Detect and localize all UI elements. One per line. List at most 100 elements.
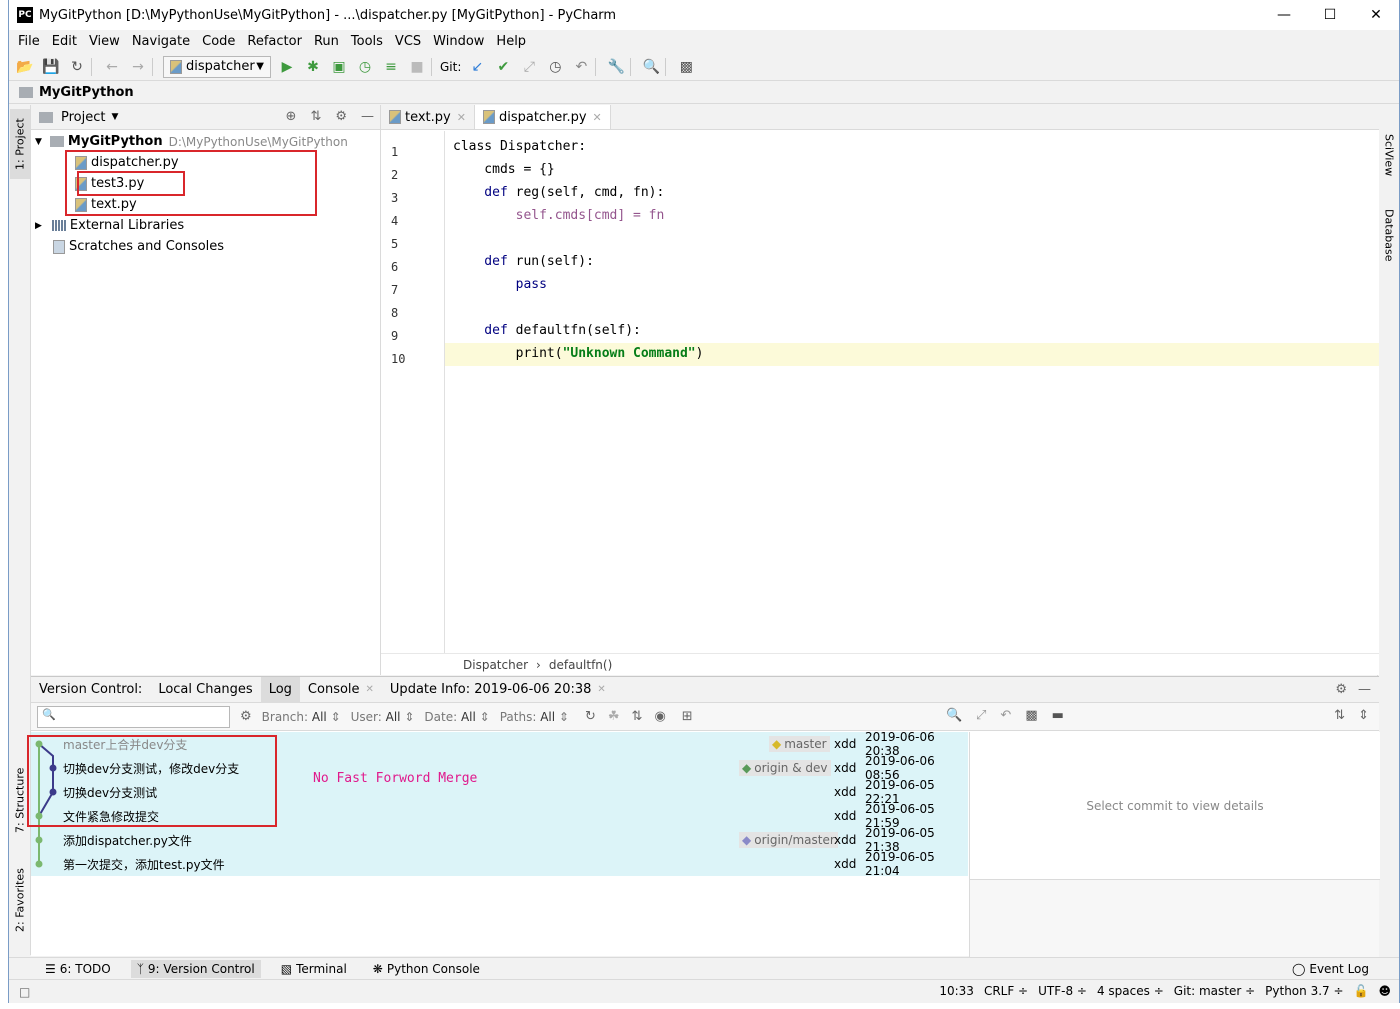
minimize-button[interactable]: — — [1261, 0, 1307, 30]
locate-icon[interactable]: ⊕ — [286, 109, 297, 124]
tab-update-info[interactable]: Update Info: 2019-06-06 20:38 ✕ — [382, 677, 614, 703]
tab-console[interactable]: Console ✕ — [300, 677, 382, 703]
commit-row[interactable]: 第一次提交，添加test.py文件 xdd 2019-06-05 21:04 — [31, 850, 968, 878]
revert-icon[interactable]: ↶ — [1000, 708, 1011, 723]
concurrency-icon[interactable]: ≡ — [381, 57, 401, 77]
inspector-icon[interactable]: ☻ — [1378, 984, 1391, 998]
eye-icon[interactable]: ◉ — [654, 709, 665, 724]
expand-arrow-icon[interactable]: ▶ — [35, 221, 42, 231]
menu-navigate[interactable]: Navigate — [132, 34, 190, 49]
settings-wrench-icon[interactable]: 🔧 — [606, 57, 626, 77]
menu-run[interactable]: Run — [314, 34, 339, 49]
open-folder-icon[interactable]: 📂 — [15, 57, 35, 77]
tree-external-libraries[interactable]: ▶ External Libraries — [35, 215, 184, 236]
run-icon[interactable]: ▶ — [277, 57, 297, 77]
forward-icon[interactable]: → — [128, 57, 148, 77]
filter-paths[interactable]: Paths: All ⇕ — [500, 710, 569, 724]
tab-database[interactable]: Database — [1379, 200, 1399, 270]
debug-icon[interactable]: ✱ — [303, 57, 323, 77]
tab-version-control[interactable]: ᛉ 9: Version Control — [130, 959, 261, 978]
preview-icon[interactable]: ▬ — [1052, 708, 1064, 723]
menu-view[interactable]: View — [89, 34, 120, 49]
code-line-1[interactable]: class Dispatcher: — [453, 135, 586, 158]
gear-icon[interactable]: ⚙ — [335, 109, 347, 124]
tree-root[interactable]: ▼ MyGitPython D:\MyPythonUse\MyGitPython — [35, 131, 348, 152]
menu-tools[interactable]: Tools — [351, 34, 383, 49]
tab-favorites[interactable]: 2: Favorites — [10, 865, 30, 935]
caret-position[interactable]: 10:33 — [939, 984, 974, 998]
menu-edit[interactable]: Edit — [52, 34, 77, 49]
git-commit-icon[interactable]: ✔ — [493, 57, 513, 77]
git-update-icon[interactable]: ↙ — [467, 57, 487, 77]
breadcrumb-class[interactable]: Dispatcher — [463, 658, 528, 672]
group-icon[interactable]: ▩ — [1025, 708, 1037, 723]
tab-log[interactable]: Log — [260, 676, 300, 703]
coverage-icon[interactable]: ▣ — [329, 57, 349, 77]
close-tab-icon[interactable]: ✕ — [457, 111, 466, 124]
tab-local-changes[interactable]: Local Changes — [150, 677, 260, 703]
file-encoding[interactable]: UTF-8 ÷ — [1038, 984, 1087, 998]
tab-project[interactable]: 1: Project — [10, 109, 30, 179]
close-tab-icon[interactable]: ✕ — [593, 111, 602, 124]
filter-branch[interactable]: Branch: All ⇕ — [262, 710, 341, 724]
vcs-operations-icon[interactable]: ▩ — [676, 57, 696, 77]
menu-code[interactable]: Code — [202, 34, 235, 49]
search-icon[interactable]: 🔍 — [946, 708, 962, 723]
toggle-tool-windows-icon[interactable]: □ — [19, 985, 30, 999]
stop-icon[interactable]: ■ — [407, 57, 427, 77]
search-icon[interactable]: 🔍 — [641, 57, 661, 77]
breadcrumb-method[interactable]: defaultfn() — [549, 658, 612, 672]
menu-file[interactable]: File — [18, 34, 40, 49]
code-line-7[interactable]: pass — [453, 273, 547, 296]
code-line-2[interactable]: cmds = {} — [453, 158, 554, 181]
git-compare-icon[interactable]: ⤢ — [519, 57, 539, 77]
hide-icon[interactable]: — — [361, 109, 374, 124]
gear-icon[interactable]: ⚙ — [1335, 682, 1347, 697]
line-separator[interactable]: CRLF ÷ — [984, 984, 1028, 998]
code-line-4[interactable]: self.cmds[cmd] = fn — [453, 204, 665, 227]
project-view-select[interactable]: Project — [61, 110, 105, 125]
indent-setting[interactable]: 4 spaces ÷ — [1097, 984, 1164, 998]
tab-python-console[interactable]: ❋ Python Console — [367, 960, 486, 978]
maximize-button[interactable]: ☐ — [1307, 0, 1353, 30]
graph-options-icon[interactable]: ⊞ — [682, 709, 693, 724]
save-all-icon[interactable]: 💾 — [41, 57, 61, 77]
sort-icon[interactable]: ⇅ — [632, 709, 643, 724]
python-interpreter[interactable]: Python 3.7 ÷ — [1265, 984, 1343, 998]
menu-help[interactable]: Help — [496, 34, 526, 49]
tab-sciview[interactable]: SciView — [1379, 125, 1399, 185]
hide-icon[interactable]: — — [1358, 682, 1371, 697]
tab-dispatcher-py[interactable]: dispatcher.py ✕ — [474, 105, 611, 129]
lock-icon[interactable]: 🔓 — [1354, 984, 1369, 998]
code-line-9[interactable]: def defaultfn(self): — [453, 319, 641, 342]
tab-text-py[interactable]: text.py ✕ — [381, 105, 475, 129]
gear-icon[interactable]: ⚙ — [240, 709, 252, 724]
cherry-pick-icon[interactable]: ☘ — [608, 709, 620, 724]
refresh-icon[interactable]: ↻ — [585, 709, 596, 724]
sync-icon[interactable]: ↻ — [67, 57, 87, 77]
code-line-6[interactable]: def run(self): — [453, 250, 594, 273]
history-icon[interactable]: ◷ — [545, 57, 565, 77]
git-branch[interactable]: Git: master ÷ — [1174, 984, 1255, 998]
commit-row[interactable]: 添加dispatcher.py文件 ◆ origin/master xdd 201… — [31, 826, 968, 854]
collapse-all-icon[interactable]: ⇕ — [1358, 708, 1369, 723]
menu-window[interactable]: Window — [433, 34, 484, 49]
code-line-3[interactable]: def reg(self, cmd, fn): — [453, 181, 664, 204]
pin-icon[interactable]: ⤢ — [976, 708, 986, 723]
tree-scratches[interactable]: Scratches and Consoles — [53, 236, 224, 257]
menu-refactor[interactable]: Refactor — [247, 34, 302, 49]
nav-project-name[interactable]: MyGitPython — [39, 85, 134, 100]
chevron-down-icon[interactable]: ▼ — [111, 112, 118, 122]
filter-date[interactable]: Date: All ⇕ — [424, 710, 489, 724]
tab-terminal[interactable]: ▧ Terminal — [275, 960, 353, 978]
event-log-button[interactable]: ◯ Event Log — [1286, 960, 1375, 978]
profile-icon[interactable]: ◷ — [355, 57, 375, 77]
back-icon[interactable]: ← — [102, 57, 122, 77]
filter-user[interactable]: User: All ⇕ — [351, 710, 415, 724]
collapse-all-icon[interactable]: ⇅ — [310, 109, 321, 124]
expand-arrow-icon[interactable]: ▼ — [35, 137, 42, 147]
menu-vcs[interactable]: VCS — [395, 34, 421, 49]
tab-todo[interactable]: ☰ 6: TODO — [39, 960, 117, 978]
expand-all-icon[interactable]: ⇅ — [1334, 708, 1345, 723]
run-config-select[interactable]: dispatcher ▼ — [163, 55, 271, 78]
